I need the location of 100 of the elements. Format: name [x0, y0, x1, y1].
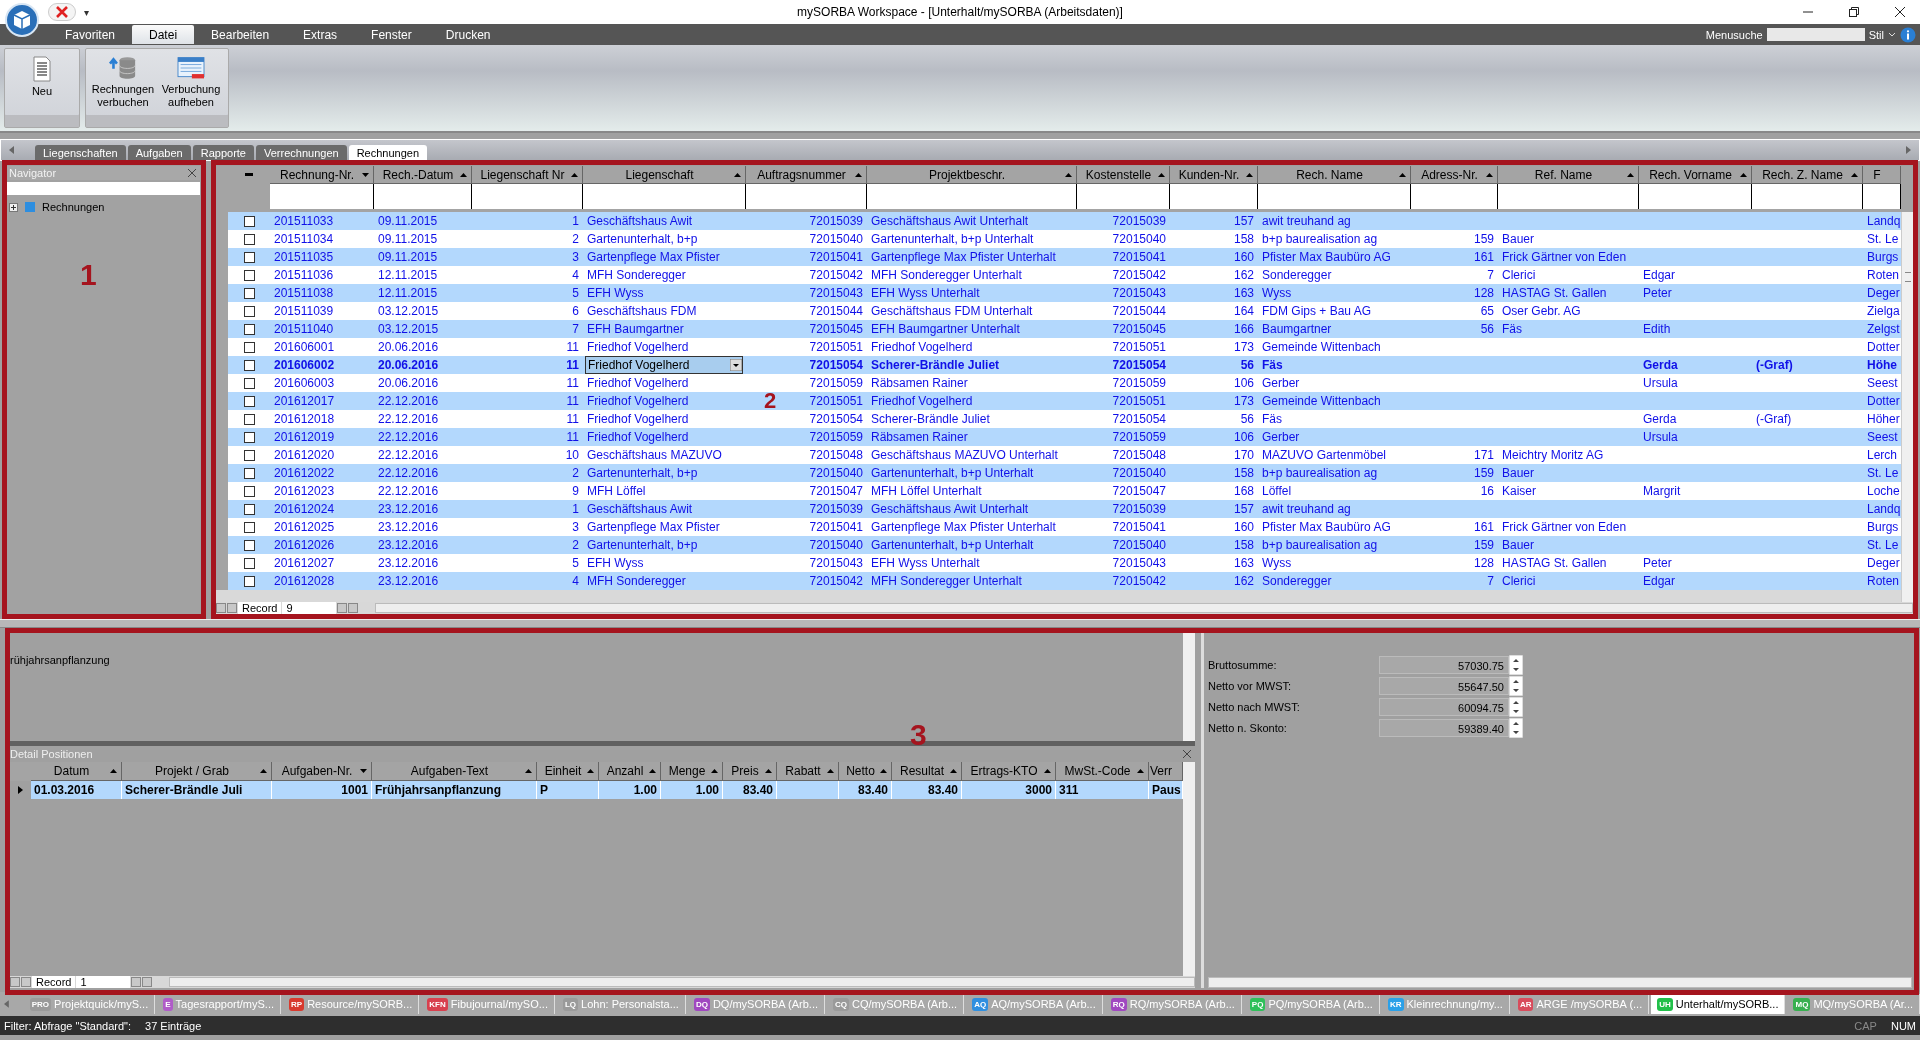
spinner-icon[interactable] — [1509, 676, 1523, 696]
first-record-button[interactable] — [10, 977, 20, 987]
window-tab[interactable]: RP Resource/mySORB... — [283, 994, 420, 1014]
row-checkbox[interactable] — [243, 341, 255, 353]
scroll-right-icon[interactable] — [1905, 146, 1911, 154]
last-record-button[interactable] — [142, 977, 153, 987]
filter-field[interactable] — [583, 184, 746, 209]
row-checkbox[interactable] — [243, 215, 255, 227]
row-checkbox[interactable] — [243, 395, 255, 407]
table-row[interactable]: 201511034 09.11.2015 2 Gartenunterhalt, b+p 72015040 Gartenunterhalt, b+p Unterhalt 72015040 158 b+p baurealisation ag 159 Bauer St. Le — [216, 230, 1901, 248]
row-checkbox[interactable] — [243, 467, 255, 479]
window-tab[interactable]: E Tagesrapport/myS... — [157, 994, 281, 1014]
horizontal-scrollbar[interactable] — [169, 977, 1195, 987]
table-row[interactable]: 201612020 22.12.2016 10 Geschäftshaus MAZUVO 72015048 Geschäftshaus MAZUVO Unterhalt 72015048 170 MAZUVO Gartenmöbel 171 Meichtry Moritz AG Lerch — [216, 446, 1901, 464]
row-checkbox[interactable] — [243, 431, 255, 443]
undo-posting-button[interactable]: Verbuchung aufheben — [158, 55, 224, 109]
window-tab[interactable]: DQ DQ/mySORBA (Arb... — [687, 994, 826, 1014]
table-row[interactable]: 201511038 12.11.2015 5 EFH Wyss 72015043 EFH Wyss Unterhalt 72015043 163 Wyss 128 HASTAG St. Gallen Peter Deger — [216, 284, 1901, 302]
row-checkbox[interactable] — [243, 359, 255, 371]
filter-field[interactable] — [1863, 184, 1901, 209]
collapse-icon[interactable] — [245, 173, 253, 177]
filter-field[interactable] — [1170, 184, 1258, 209]
row-checkbox[interactable] — [243, 539, 255, 551]
menu-tab[interactable]: Fenster — [354, 25, 429, 44]
filter-field[interactable] — [1258, 184, 1411, 209]
table-row[interactable]: 201612025 23.12.2016 3 Gartenpflege Max Pfister 72015041 Gartenpflege Max Pfister Unterhalt 72015041 160 Pfister Max Baubüro AG 161 Frick Gärtner von Eden Burgs — [216, 518, 1901, 536]
table-row[interactable]: 201511033 09.11.2015 1 Geschäftshaus Awit 72015039 Geschäftshaus Awit Unterhalt 72015039 157 awit treuhand ag Landq — [216, 212, 1901, 230]
menu-tab[interactable]: Favoriten — [48, 25, 133, 44]
window-tab[interactable]: RQ RQ/mySORBA (Arb... — [1104, 994, 1242, 1014]
filter-field[interactable] — [1639, 184, 1752, 209]
table-row[interactable]: 201511036 12.11.2015 4 MFH Sonderegger 72015042 MFH Sonderegger Unterhalt 72015042 162 Sonderegger 7 Clerici Edgar Roten — [216, 266, 1901, 284]
row-checkbox[interactable] — [243, 485, 255, 497]
previous-record-button[interactable] — [21, 977, 31, 987]
table-row[interactable]: 201612028 23.12.2016 4 MFH Sonderegger 72015042 MFH Sonderegger Unterhalt 72015042 162 Sonderegger 7 Clerici Edgar Roten — [216, 572, 1901, 590]
row-checkbox[interactable] — [243, 305, 255, 317]
row-checkbox[interactable] — [243, 269, 255, 281]
document-tab[interactable]: Verrechnungen — [256, 145, 347, 160]
filter-field[interactable] — [1498, 184, 1639, 209]
spinner-icon[interactable] — [1509, 718, 1523, 738]
row-checkbox[interactable] — [243, 377, 255, 389]
menu-tab[interactable]: Drucken — [428, 25, 508, 44]
table-row[interactable]: 201511040 03.12.2015 7 EFH Baumgartner 72015045 EFH Baumgartner Unterhalt 72015045 166 Baumgartner 56 Fäs Edith Zelgst — [216, 320, 1901, 338]
filter-field[interactable] — [472, 184, 583, 209]
last-record-button[interactable] — [348, 603, 359, 613]
quick-access-menu[interactable]: ▾ — [84, 6, 89, 18]
window-tab[interactable]: AR ARGE /mySORBA (... — [1511, 994, 1650, 1014]
menu-tab[interactable]: Bearbeiten — [194, 25, 287, 44]
window-tab[interactable]: UH Unterhalt/mySORB... — [1651, 994, 1786, 1014]
spinner-icon[interactable] — [1509, 655, 1523, 675]
first-record-button[interactable] — [216, 603, 226, 613]
table-row[interactable]: 01.03.2016 Scherer-Brändle Juli 1001 Frühjahrsanpflanzung P 1.00 1.00 83.40 83.40 83.40 3000 311 Paus — [10, 781, 1183, 799]
scroll-left-icon[interactable] — [4, 1000, 10, 1008]
menu-tab[interactable]: Extras — [286, 25, 355, 44]
table-row[interactable]: 201612024 23.12.2016 1 Geschäftshaus Awit 72015039 Geschäftshaus Awit Unterhalt 72015039 157 awit treuhand ag Landq — [216, 500, 1901, 518]
window-tab[interactable]: KFN Fibujournal/mySO... — [421, 994, 555, 1014]
table-row[interactable]: 201606001 20.06.2016 11 Friedhof Vogelherd 72015051 Friedhof Vogelherd 72015051 173 Gemeinde Wittenbach Dotter — [216, 338, 1901, 356]
filter-field[interactable] — [1077, 184, 1170, 209]
row-checkbox[interactable] — [243, 503, 255, 515]
restore-icon[interactable] — [1848, 6, 1860, 18]
amount-field[interactable]: 59389.40 — [1379, 719, 1509, 737]
table-row[interactable]: 201511035 09.11.2015 3 Gartenpflege Max Pfister 72015041 Gartenpflege Max Pfister Unterhalt 72015041 160 Pfister Max Baubüro AG 161 Frick Gärtner von Eden Burgs — [216, 248, 1901, 266]
filter-field[interactable] — [1411, 184, 1498, 209]
next-record-button[interactable] — [337, 603, 348, 613]
navigator-search-field[interactable] — [7, 182, 200, 195]
filter-field[interactable] — [374, 184, 472, 209]
table-row[interactable]: 201612026 23.12.2016 2 Gartenunterhalt, b+p 72015040 Gartenunterhalt, b+p Unterhalt 72015040 158 b+p baurealisation ag 159 Bauer St. Le — [216, 536, 1901, 554]
filter-field[interactable] — [746, 184, 867, 209]
vertical-scrollbar[interactable] — [1901, 212, 1913, 602]
record-number-field[interactable]: 9 — [282, 602, 337, 614]
document-tab[interactable]: Rechnungen — [348, 145, 427, 160]
spinner-icon[interactable] — [1509, 697, 1523, 717]
row-checkbox[interactable] — [243, 449, 255, 461]
row-checkbox[interactable] — [243, 575, 255, 587]
record-number-field[interactable]: 1 — [76, 976, 131, 988]
row-checkbox[interactable] — [243, 251, 255, 263]
amount-field[interactable]: 55647.50 — [1379, 677, 1509, 695]
next-record-button[interactable] — [131, 977, 142, 987]
style-menu[interactable]: Stil — [1868, 28, 1884, 41]
tree-item[interactable]: Rechnungen — [9, 199, 105, 215]
filter-field[interactable] — [1752, 184, 1863, 209]
row-checkbox[interactable] — [243, 287, 255, 299]
document-tab[interactable]: Liegenschaften — [35, 145, 126, 160]
dropdown-arrow-icon[interactable] — [730, 359, 742, 371]
table-row[interactable]: 201606002 20.06.2016 11 Friedhof Vogelherd 72015054 Scherer-Brändle Juliet 72015054 56 Fäs Gerda (-Graf) Höhe — [216, 356, 1901, 374]
row-checkbox[interactable] — [243, 413, 255, 425]
row-checkbox[interactable] — [243, 233, 255, 245]
table-row[interactable]: 201612018 22.12.2016 11 Friedhof Vogelherd 72015054 Scherer-Brändle Juliet 72015054 56 Fäs Gerda (-Graf) Höher — [216, 410, 1901, 428]
vertical-scrollbar[interactable] — [1183, 633, 1195, 741]
menu-tab[interactable]: Datei — [132, 25, 195, 44]
row-checkbox[interactable] — [243, 521, 255, 533]
amount-field[interactable]: 60094.75 — [1379, 698, 1509, 716]
table-row[interactable]: 201612022 22.12.2016 2 Gartenunterhalt, b+p 72015040 Gartenunterhalt, b+p Unterhalt 72015040 158 b+p baurealisation ag 159 Bauer St. Le — [216, 464, 1901, 482]
filter-field[interactable] — [270, 184, 374, 209]
table-row[interactable]: 201612027 23.12.2016 5 EFH Wyss 72015043 EFH Wyss Unterhalt 72015043 163 Wyss 128 HASTAG St. Gallen Peter Deger — [216, 554, 1901, 572]
amount-field[interactable]: 57030.75 — [1379, 656, 1509, 674]
close-icon[interactable] — [1894, 6, 1906, 18]
row-checkbox[interactable] — [243, 557, 255, 569]
row-checkbox[interactable] — [243, 323, 255, 335]
document-tab[interactable]: Aufgaben — [127, 145, 191, 160]
caret-icon[interactable] — [1888, 32, 1896, 37]
